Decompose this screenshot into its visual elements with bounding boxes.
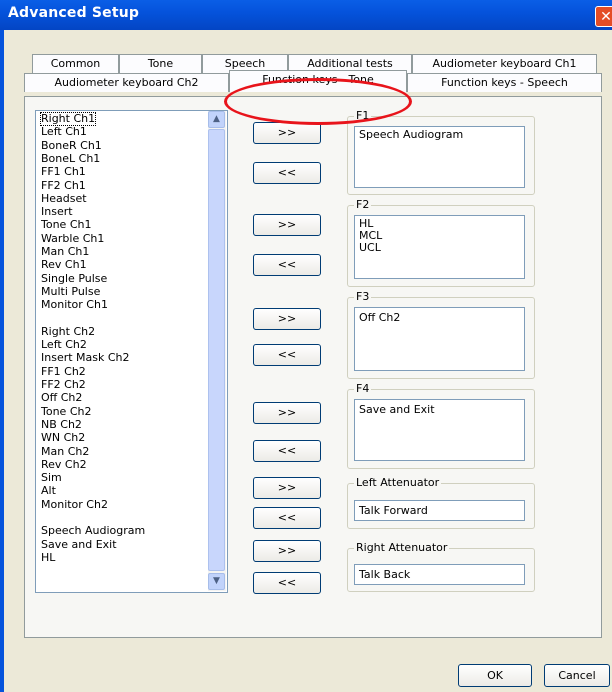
list-item[interactable]: Left Ch1 — [41, 126, 87, 138]
list-item[interactable]: Speech Audiogram — [41, 525, 145, 537]
list-item[interactable]: HL — [41, 551, 55, 564]
f3-label: F3 — [354, 290, 372, 304]
f4-item: Save and Exit — [359, 403, 435, 416]
list-item[interactable]: Right Ch2 — [41, 325, 95, 338]
tab-common[interactable]: Common — [32, 54, 119, 73]
f4-label: F4 — [354, 382, 372, 396]
remove-f4-button[interactable]: << — [253, 440, 321, 462]
f3-item: Off Ch2 — [359, 311, 401, 324]
remove-f1-button[interactable]: << — [253, 162, 321, 184]
list-item[interactable]: WN Ch2 — [41, 432, 85, 444]
list-item[interactable]: Insert — [41, 206, 73, 218]
list-item[interactable]: Off Ch2 — [41, 392, 82, 404]
list-scrollbar[interactable]: ▲ ▼ — [208, 111, 226, 591]
scroll-up-icon[interactable]: ▲ — [208, 111, 225, 128]
window-title: Advanced Setup — [8, 5, 140, 21]
f1-item: Speech Audiogram — [359, 128, 464, 141]
tab-audiometer-keyboard-ch2[interactable]: Audiometer keyboard Ch2 — [24, 73, 229, 92]
ok-button[interactable]: OK — [458, 664, 532, 687]
annotation-ellipse — [224, 78, 412, 125]
remove-f2-button[interactable]: << — [253, 254, 321, 276]
advanced-setup-window: Advanced Setup ✕ Common Tone Speech Addi… — [0, 0, 612, 692]
list-item[interactable]: Right Ch1 — [39, 112, 97, 126]
f2-box[interactable]: HL MCL UCL — [354, 215, 525, 279]
tab-function-keys-speech[interactable]: Function keys - Speech — [407, 73, 602, 92]
scroll-down-icon[interactable]: ▼ — [208, 573, 225, 590]
tab-audiometer-keyboard-ch1[interactable]: Audiometer keyboard Ch1 — [412, 54, 597, 73]
f3-box[interactable]: Off Ch2 — [354, 307, 525, 371]
list-item[interactable]: Sim — [41, 472, 62, 484]
left-attenuator-value: Talk Forward — [359, 504, 428, 517]
title-bar[interactable]: Advanced Setup ✕ — [0, 0, 612, 30]
function-listbox[interactable]: Right Ch1 Left Ch1 BoneR Ch1 BoneL Ch1 FF1 C… — [35, 110, 228, 593]
list-item[interactable]: Tone Ch2 — [41, 405, 91, 418]
add-f2-button[interactable]: >> — [253, 214, 321, 236]
left-attenuator-field[interactable]: Talk Forward — [354, 500, 525, 521]
add-f3-button[interactable]: >> — [253, 308, 321, 330]
list-item[interactable]: FF1 Ch2 — [41, 365, 86, 378]
f2-item: UCL — [359, 241, 381, 254]
list-item[interactable]: Tone Ch1 — [41, 219, 91, 231]
list-item[interactable]: Headset — [41, 192, 87, 205]
close-button[interactable]: ✕ — [595, 6, 612, 27]
scroll-thumb[interactable] — [208, 129, 225, 571]
right-attenuator-label: Right Attenuator — [354, 541, 450, 555]
f1-box[interactable]: Speech Audiogram — [354, 126, 525, 188]
list-item[interactable]: Save and Exit — [41, 538, 117, 551]
list-item[interactable]: Monitor Ch1 — [41, 299, 108, 311]
remove-right-attenuator-button[interactable]: << — [253, 572, 321, 594]
add-f4-button[interactable]: >> — [253, 402, 321, 424]
cancel-button[interactable]: Cancel — [544, 664, 610, 687]
list-item[interactable]: Man Ch2 — [41, 445, 89, 458]
list-item[interactable]: Monitor Ch2 — [41, 498, 108, 511]
list-item[interactable]: Multi Pulse — [41, 285, 100, 298]
list-item[interactable]: Left Ch2 — [41, 339, 87, 351]
list-item[interactable]: Man Ch1 — [41, 246, 89, 258]
f2-label: F2 — [354, 198, 372, 212]
left-attenuator-label: Left Attenuator — [354, 476, 442, 490]
list-item[interactable]: Rev Ch2 — [41, 458, 87, 471]
list-item[interactable]: FF2 Ch2 — [41, 379, 86, 391]
list-item[interactable]: BoneL Ch1 — [41, 152, 100, 165]
remove-left-attenuator-button[interactable]: << — [253, 507, 321, 529]
list-item[interactable]: Insert Mask Ch2 — [41, 352, 130, 364]
remove-f3-button[interactable]: << — [253, 344, 321, 366]
list-item[interactable]: Single Pulse — [41, 272, 107, 285]
add-f1-button[interactable]: >> — [253, 122, 321, 144]
window-frame-left — [0, 30, 4, 692]
list-item[interactable]: Warble Ch1 — [41, 232, 104, 245]
list-item[interactable]: BoneR Ch1 — [41, 139, 102, 152]
add-left-attenuator-button[interactable]: >> — [253, 477, 321, 499]
list-item[interactable]: Alt — [41, 485, 56, 497]
list-item[interactable]: Rev Ch1 — [41, 259, 87, 271]
add-right-attenuator-button[interactable]: >> — [253, 540, 321, 562]
f4-box[interactable]: Save and Exit — [354, 399, 525, 461]
right-attenuator-field[interactable]: Talk Back — [354, 564, 525, 585]
list-item[interactable]: FF1 Ch1 — [41, 166, 86, 178]
right-attenuator-value: Talk Back — [359, 568, 411, 581]
list-item[interactable]: NB Ch2 — [41, 418, 82, 431]
list-item[interactable]: FF2 Ch1 — [41, 179, 86, 192]
tab-tone[interactable]: Tone — [119, 54, 202, 73]
